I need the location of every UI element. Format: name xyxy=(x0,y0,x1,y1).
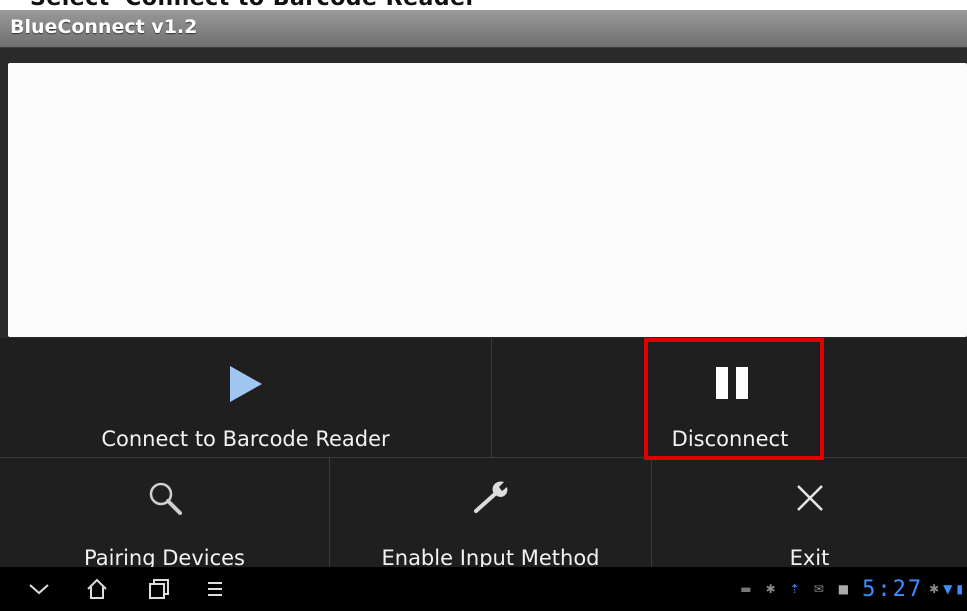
options-menu: Connect to Barcode Reader Disconnect Pai… xyxy=(0,338,967,570)
home-icon[interactable] xyxy=(80,573,114,605)
content-area xyxy=(8,63,967,337)
top-overlay-caption: Select 'Connect to Barcode Reader' xyxy=(0,0,967,10)
menu-icon[interactable] xyxy=(198,573,232,605)
upload-icon: ⇡ xyxy=(789,582,800,596)
usb-icon: ▬ xyxy=(740,582,752,596)
status-area[interactable]: ▬ ✱ ⇡ ✉ ■ 5:27 ✱ ▼ ▮ xyxy=(733,567,967,611)
recent-apps-icon[interactable] xyxy=(142,573,176,605)
caption-text: Select 'Connect to Barcode Reader' xyxy=(30,0,484,10)
title-bar: BlueConnect v1.2 xyxy=(0,10,967,48)
bluetooth-icon: ✱ xyxy=(929,582,940,596)
battery-icon: ▮ xyxy=(956,582,963,596)
clock: 5:27 xyxy=(862,576,924,602)
lock-icon: ■ xyxy=(837,582,850,596)
menu-item-exit[interactable]: Exit xyxy=(652,458,967,570)
chevron-down-icon[interactable] xyxy=(22,573,56,605)
menu-item-connect[interactable]: Connect to Barcode Reader xyxy=(0,338,491,457)
app-title: BlueConnect v1.2 xyxy=(10,16,198,38)
menu-item-pairing[interactable]: Pairing Devices xyxy=(0,458,329,570)
close-icon xyxy=(794,482,826,518)
app-screen: Select 'Connect to Barcode Reader' BlueC… xyxy=(0,0,967,611)
system-nav-bar: ▬ ✱ ⇡ ✉ ■ 5:27 ✱ ▼ ▮ xyxy=(0,567,967,611)
mail-icon: ✉ xyxy=(813,582,824,596)
menu-item-disconnect[interactable]: Disconnect xyxy=(492,338,967,457)
bluetooth-icon: ✱ xyxy=(765,582,776,596)
play-icon xyxy=(228,364,264,408)
wrench-icon xyxy=(471,478,511,520)
signal-icon: ▼ xyxy=(943,582,953,596)
pause-icon xyxy=(714,365,750,405)
menu-item-disconnect-label: Disconnect xyxy=(671,427,789,451)
menu-item-input-method[interactable]: Enable Input Method xyxy=(330,458,651,570)
search-icon xyxy=(147,480,183,520)
menu-item-connect-label: Connect to Barcode Reader xyxy=(101,427,390,451)
